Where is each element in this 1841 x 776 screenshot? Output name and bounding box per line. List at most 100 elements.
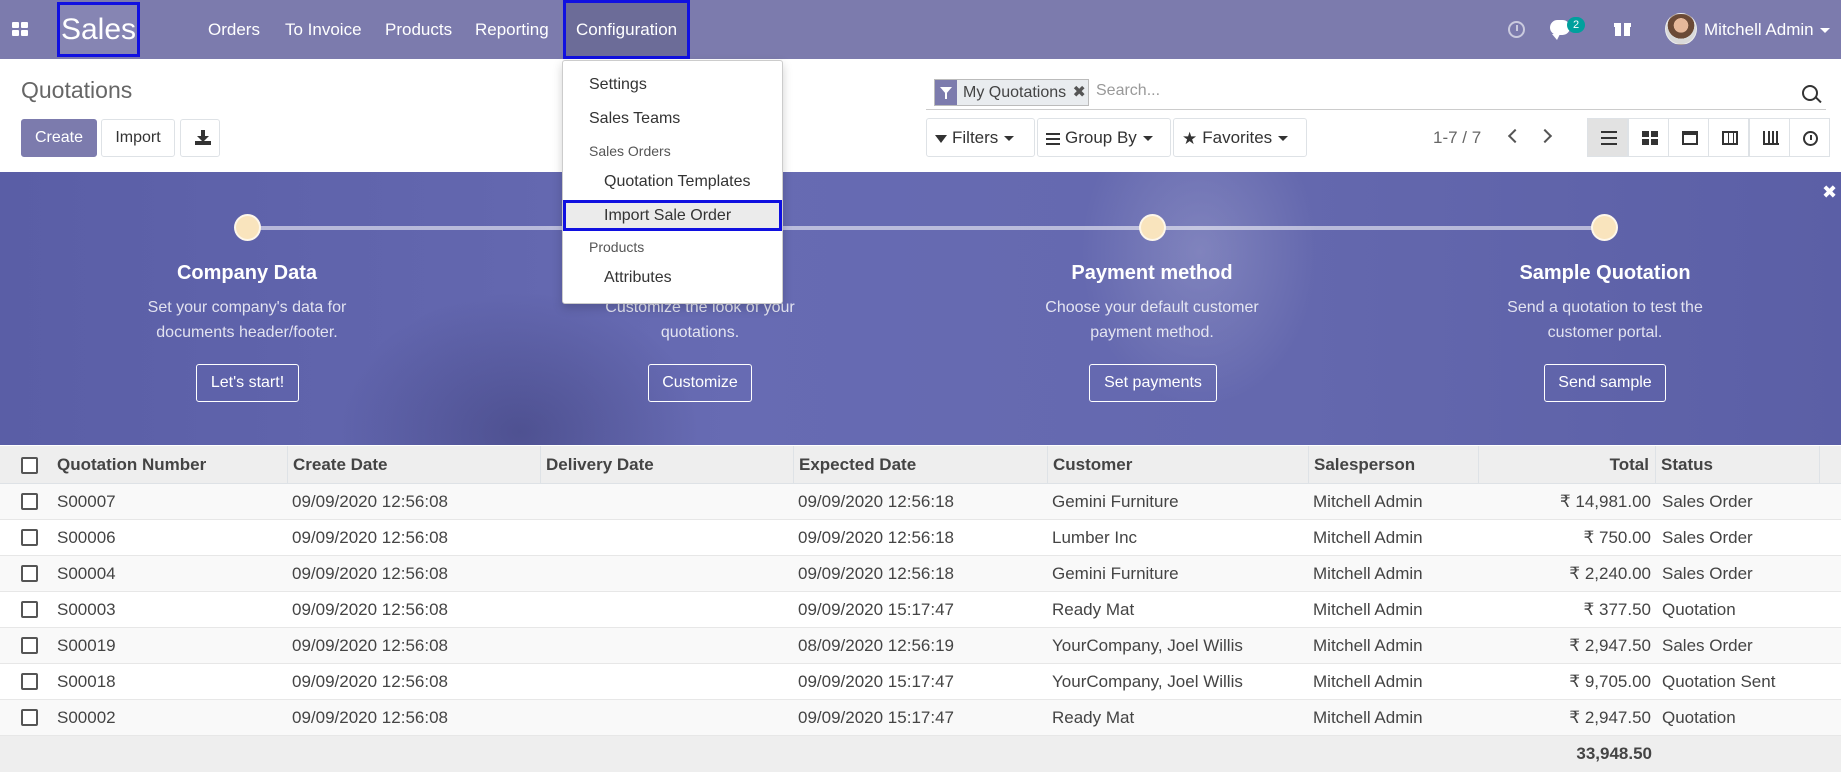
row-checkbox[interactable] [21, 565, 38, 582]
table-cell: Quotation [1662, 708, 1736, 727]
export-download-button[interactable] [180, 119, 220, 157]
apps-menu-icon[interactable] [12, 22, 28, 38]
table-cell: S00002 [57, 708, 116, 727]
column-header[interactable]: Expected Date [794, 446, 1048, 484]
row-checkbox[interactable] [21, 493, 38, 510]
menu-item-quotation-templates[interactable]: Quotation Templates [563, 173, 782, 191]
menu-to-invoice[interactable]: To Invoice [285, 0, 362, 59]
table-row[interactable]: S00006 09/09/2020 12:56:08 09/09/2020 12:5… [0, 520, 1841, 556]
table-row[interactable]: S00002 09/09/2020 12:56:08 09/09/2020 15:1… [0, 700, 1841, 736]
column-header[interactable]: Create Date [288, 446, 541, 484]
table-cell: ₹ 377.50 [1583, 600, 1651, 619]
gift-icon[interactable] [1614, 21, 1631, 36]
table-cell: Sales Order [1662, 636, 1753, 655]
filters-label: Filters [952, 128, 999, 147]
table-cell: Mitchell Admin [1313, 492, 1423, 511]
user-avatar[interactable] [1665, 13, 1697, 45]
column-header[interactable]: Quotation Number [52, 446, 288, 484]
pager-value[interactable]: 1-7 / 7 [1433, 128, 1481, 148]
activity-clock-icon[interactable] [1508, 21, 1525, 38]
customize-button[interactable]: Customize [648, 364, 752, 402]
table-cell: S00003 [57, 600, 116, 619]
clock-icon [1803, 131, 1818, 146]
calendar-view-button[interactable] [1668, 118, 1709, 157]
table-cell: 09/09/2020 12:56:08 [292, 708, 448, 727]
graph-view-button[interactable] [1749, 118, 1790, 157]
table-cell: ₹ 750.00 [1583, 528, 1651, 547]
table-cell: 09/09/2020 15:17:47 [798, 708, 954, 727]
menu-item-import-sale-order[interactable]: Import Sale Order [563, 200, 782, 231]
page-title: Quotations [21, 77, 133, 103]
column-header[interactable]: Delivery Date [541, 446, 794, 484]
menu-reporting[interactable]: Reporting [475, 0, 549, 59]
close-icon[interactable]: ✖ [1070, 80, 1088, 105]
row-checkbox[interactable] [21, 673, 38, 690]
top-navbar: Sales Orders To Invoice Products Reporti… [0, 0, 1841, 59]
select-all-checkbox[interactable] [21, 457, 38, 474]
table-cell: ₹ 14,981.00 [1559, 492, 1651, 511]
send-sample-button[interactable]: Send sample [1544, 364, 1666, 402]
pivot-view-button[interactable] [1708, 118, 1749, 157]
chevron-down-icon [1819, 28, 1830, 34]
lets-start-button[interactable]: Let's start! [196, 364, 299, 402]
search-icon[interactable] [1802, 85, 1818, 101]
step-dot [1591, 214, 1618, 241]
table-row[interactable]: S00004 09/09/2020 12:56:08 09/09/2020 12:5… [0, 556, 1841, 592]
import-button[interactable]: Import [101, 119, 175, 157]
table-cell: Lumber Inc [1052, 528, 1138, 547]
column-header[interactable]: Total [1479, 446, 1656, 484]
menu-products[interactable]: Products [385, 0, 452, 59]
configuration-dropdown: Settings Sales Teams Sales Orders Quotat… [562, 60, 783, 304]
table-cell: 09/09/2020 12:56:08 [292, 528, 448, 547]
chevron-left-icon[interactable] [1507, 128, 1523, 144]
chat-counter-badge: 2 [1567, 17, 1585, 33]
menu-configuration[interactable]: Configuration [563, 0, 691, 59]
create-button[interactable]: Create [21, 119, 97, 157]
facet-label: My Quotations [963, 84, 1067, 101]
favorites-label: Favorites [1202, 128, 1273, 147]
list-view-button[interactable] [1587, 118, 1628, 157]
menu-orders[interactable]: Orders [208, 0, 260, 59]
table-row[interactable]: S00007 09/09/2020 12:56:08 09/09/2020 12:5… [0, 484, 1841, 520]
grand-total: 33,948.50 [1576, 744, 1652, 763]
chevron-right-icon[interactable] [1537, 128, 1553, 144]
table-cell: S00018 [57, 672, 116, 691]
group-by-label: Group By [1065, 128, 1137, 147]
menu-item-attributes[interactable]: Attributes [563, 269, 782, 287]
step-title-payment-method: Payment method [1071, 262, 1233, 284]
onboarding-banner: ✖ Company Data Set your company's data f… [0, 172, 1841, 445]
app-brand[interactable]: Sales [57, 2, 140, 57]
table-row[interactable]: S00019 09/09/2020 12:56:08 08/09/2020 12:5… [0, 628, 1841, 664]
favorites-button[interactable]: ★ Favorites [1173, 118, 1307, 157]
filters-button[interactable]: Filters [926, 118, 1035, 157]
row-checkbox[interactable] [21, 709, 38, 726]
menu-header-products: Products [589, 239, 645, 255]
menu-item-settings[interactable]: Settings [563, 76, 782, 94]
row-checkbox[interactable] [21, 529, 38, 546]
activity-view-button[interactable] [1789, 118, 1830, 157]
search-bar: My Quotations ✖ [926, 76, 1826, 110]
star-icon: ★ [1182, 129, 1198, 149]
user-menu[interactable]: Mitchell Admin [1704, 0, 1830, 59]
row-checkbox[interactable] [21, 601, 38, 618]
row-checkbox[interactable] [21, 637, 38, 654]
close-icon[interactable]: ✖ [1822, 182, 1837, 203]
filter-icon [935, 80, 957, 105]
column-header[interactable]: Customer [1048, 446, 1309, 484]
list-icon [1601, 131, 1617, 145]
column-header[interactable]: Status [1656, 446, 1820, 484]
kanban-view-button[interactable] [1628, 118, 1669, 157]
column-header[interactable]: Salesperson [1309, 446, 1479, 484]
table-row[interactable]: S00018 09/09/2020 12:56:08 09/09/2020 15:1… [0, 664, 1841, 700]
group-by-button[interactable]: Group By [1037, 118, 1171, 157]
table-cell: 09/09/2020 15:17:47 [798, 672, 954, 691]
set-payments-button[interactable]: Set payments [1089, 364, 1217, 402]
table-cell: Mitchell Admin [1313, 636, 1423, 655]
table-row[interactable]: S00003 09/09/2020 12:56:08 09/09/2020 15:1… [0, 592, 1841, 628]
calendar-icon [1682, 131, 1698, 145]
search-input[interactable] [1096, 82, 1776, 100]
pivot-table-icon [1722, 131, 1738, 145]
menu-item-sales-teams[interactable]: Sales Teams [563, 110, 782, 128]
table-cell: Mitchell Admin [1313, 708, 1423, 727]
kanban-grid-icon [1642, 131, 1658, 145]
